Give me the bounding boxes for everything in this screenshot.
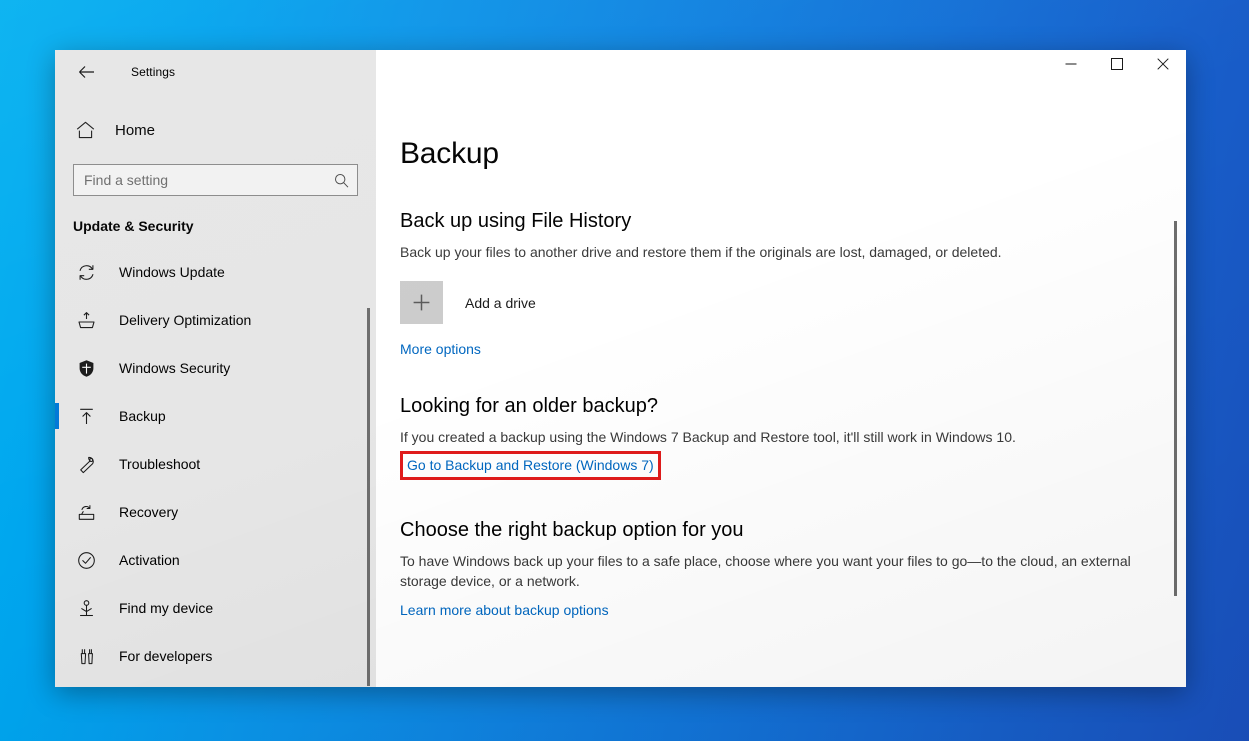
upload-box-icon [73,311,99,330]
choose-option-heading: Choose the right backup option for you [400,519,744,541]
file-history-description: Back up your files to another drive and … [400,244,1002,260]
learn-more-backup-options-link[interactable]: Learn more about backup options [400,602,609,618]
search-input[interactable] [84,172,334,188]
minimize-button[interactable] [1048,50,1094,80]
sidebar-nav-list: Windows Update Delivery Optimization Win… [55,248,376,680]
main-content: Backup Back up using File History Back u… [376,50,1186,687]
add-drive-label: Add a drive [465,294,536,311]
sidebar-item-windows-update[interactable]: Windows Update [55,248,376,296]
minimize-icon [1065,58,1077,73]
backup-restore-highlight: Go to Backup and Restore (Windows 7) [400,451,661,480]
sidebar-item-label: Windows Security [119,360,231,376]
sidebar-item-troubleshoot[interactable]: Troubleshoot [55,440,376,488]
sidebar-item-label: Recovery [119,504,179,520]
sidebar-item-recovery[interactable]: Recovery [55,488,376,536]
sidebar: Home Update & Security [55,50,376,687]
back-button[interactable] [63,56,109,88]
search-box[interactable] [73,164,358,196]
window-title: Settings [131,65,176,79]
upload-arrow-icon [73,407,99,426]
file-history-heading: Back up using File History [400,210,632,232]
add-drive-button[interactable]: Add a drive [400,281,536,324]
recovery-icon [73,503,99,522]
sidebar-item-activation[interactable]: Activation [55,536,376,584]
maximize-button[interactable] [1094,50,1140,80]
window-body: Home Update & Security [55,50,1186,687]
sidebar-item-label-home: Home [115,121,156,139]
plus-icon [400,281,443,324]
sidebar-item-label: Troubleshoot [119,456,201,472]
older-backup-description: If you created a backup using the Window… [400,429,1016,445]
close-button[interactable] [1140,50,1186,80]
sidebar-section-title: Update & Security [73,218,194,234]
window-controls [376,50,1186,94]
sidebar-item-label: Activation [119,552,180,568]
choose-option-description: To have Windows back up your files to a … [400,553,1131,589]
locate-icon [73,599,99,618]
sidebar-item-label: Windows Update [119,264,225,280]
sidebar-item-windows-security[interactable]: Windows Security [55,344,376,392]
go-to-backup-and-restore-link[interactable]: Go to Backup and Restore (Windows 7) [407,456,654,474]
content-scrollbar[interactable] [1174,221,1177,596]
sidebar-item-delivery-optimization[interactable]: Delivery Optimization [55,296,376,344]
settings-window: Settings Home Find a setting Update & Se… [55,50,1186,687]
content-inner: Backup Back up using File History Back u… [376,137,1186,620]
sidebar-item-label: Find my device [119,600,214,616]
sidebar-item-home[interactable]: Home [55,110,376,150]
sidebar-item-label: Delivery Optimization [119,312,252,328]
desktop-background: Settings Home Find a setting Update & Se… [0,0,1249,741]
wrench-icon [73,455,99,474]
sidebar-item-for-developers[interactable]: For developers [55,632,376,680]
sidebar-item-label: Backup [119,408,166,424]
home-icon [73,121,97,139]
older-backup-heading: Looking for an older backup? [400,395,658,417]
search-icon [334,173,349,188]
title-bar-left: Settings [55,50,376,94]
more-options-link[interactable]: More options [400,341,481,357]
shield-icon [73,359,99,378]
maximize-icon [1111,57,1123,73]
check-circle-icon [73,551,99,570]
refresh-icon [73,263,99,282]
back-arrow-icon [78,65,95,79]
close-icon [1157,57,1169,73]
sidebar-item-backup[interactable]: Backup [55,392,376,440]
sidebar-item-find-my-device[interactable]: Find my device [55,584,376,632]
tools-icon [73,647,99,666]
title-bar: Settings [55,50,1186,94]
sidebar-item-label: For developers [119,648,213,664]
page-title: Backup [400,137,499,170]
sidebar-scrollbar[interactable] [367,308,370,686]
